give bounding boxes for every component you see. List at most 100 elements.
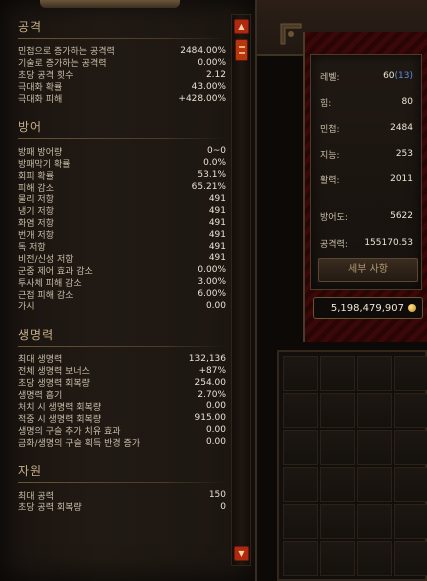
- arrow-down-icon[interactable]: ▼: [234, 546, 249, 561]
- dexterity-value: 2484: [390, 123, 413, 133]
- intelligence-label: 지능:: [320, 150, 340, 161]
- inventory-slot[interactable]: [320, 393, 355, 428]
- arrow-up-icon[interactable]: ▲: [234, 19, 249, 34]
- stat-value: 65.21%: [191, 182, 226, 193]
- inventory-slot[interactable]: [357, 356, 392, 391]
- inventory-slot[interactable]: [283, 467, 318, 502]
- intelligence-row: 지능: 253: [320, 147, 413, 161]
- stat-row: 근접 피해 감소 6.00%: [18, 288, 226, 301]
- damage-value: 155170.53: [364, 238, 413, 248]
- section-divider: [18, 138, 226, 140]
- armor-row: 방어도: 5622: [320, 209, 413, 223]
- section-title-life: 생명력: [18, 327, 55, 342]
- armor-value: 5622: [390, 211, 413, 221]
- inventory-slot[interactable]: [357, 393, 392, 428]
- stat-row: 방패 방어량 0~0: [18, 145, 226, 158]
- stat-row: 극대화 피해 +428.00%: [18, 93, 226, 106]
- damage-label: 공격력:: [320, 239, 348, 250]
- stat-value: 254.00: [194, 377, 227, 388]
- inventory-slot[interactable]: [283, 504, 318, 539]
- stat-row: 화염 저항 491: [18, 217, 226, 230]
- stat-value: 53.1%: [197, 170, 226, 181]
- stat-row: 금화/생명의 구슬 획득 반경 증가 0.00: [18, 436, 226, 449]
- stat-value: 0~0: [207, 146, 226, 157]
- stat-row: 적중 시 생명력 회복량 915.00: [18, 412, 227, 425]
- dexterity-row: 민첩: 2484: [320, 121, 413, 135]
- scroll-thumb[interactable]: [235, 39, 248, 61]
- inventory-slot[interactable]: [394, 356, 427, 391]
- gold-coin-icon: [408, 304, 416, 312]
- stat-value: 491: [208, 253, 226, 264]
- level-value: 60: [383, 71, 395, 81]
- stat-row: 초당 공력 회복량 0: [18, 501, 226, 514]
- stat-value: 915.00: [194, 413, 227, 424]
- stat-row: 초당 공격 횟수 2.12: [18, 69, 226, 82]
- stat-label: 가시: [18, 302, 35, 313]
- stat-value: +428.00%: [178, 93, 226, 104]
- details-button[interactable]: 세부 사항: [318, 258, 418, 282]
- stat-value: 0.00%: [197, 57, 226, 68]
- inventory-slot[interactable]: [357, 541, 392, 576]
- level-row: 레벨: 60(13): [320, 69, 413, 83]
- inventory-slot[interactable]: [283, 393, 318, 428]
- inventory-slot[interactable]: [394, 541, 427, 576]
- strength-label: 힘:: [320, 98, 332, 109]
- stat-row: 냉기 저항 491: [18, 205, 226, 218]
- strength-row: 힘: 80: [320, 95, 413, 109]
- stat-row: 초당 생명력 회복량 254.00: [18, 377, 227, 390]
- stat-value: 0.00: [205, 401, 226, 412]
- inventory-slot[interactable]: [394, 430, 427, 465]
- stat-row: 비전/신성 저항 491: [18, 252, 226, 265]
- section-title-defense: 방어: [18, 120, 43, 135]
- inventory-grid: [277, 350, 427, 581]
- stat-label: 초당 공력 회복량: [18, 503, 82, 514]
- stat-value: 491: [208, 217, 226, 228]
- stat-label: 금화/생명의 구슬 획득 반경 증가: [18, 438, 141, 449]
- stat-row: 가시 0.00: [18, 300, 226, 313]
- stats-panel: 공격 민첩으로 증가하는 공격력 2484.00% 기술로 증가하는 공격력 0.0…: [0, 0, 257, 581]
- stat-row: 극대화 확률 43.00%: [18, 81, 226, 94]
- inventory-slot[interactable]: [320, 430, 355, 465]
- stat-row: 최대 공력 150: [18, 489, 226, 502]
- stat-value: 132,136: [188, 353, 226, 364]
- inventory-slot[interactable]: [357, 430, 392, 465]
- stat-value: 0: [220, 501, 226, 512]
- stat-value: 491: [208, 241, 226, 252]
- stat-row: 회피 확률 53.1%: [18, 169, 226, 182]
- damage-row: 공격력: 155170.53: [320, 236, 413, 250]
- vitality-row: 활력: 2011: [320, 172, 413, 186]
- inventory-slot[interactable]: [394, 467, 427, 502]
- gold-amount: 5,198,479,907: [330, 302, 404, 314]
- inventory-slot[interactable]: [357, 467, 392, 502]
- stat-value: 150: [208, 489, 226, 500]
- stat-value: 2.70%: [197, 389, 226, 400]
- stat-row: 전체 생명력 보너스 +87%: [18, 365, 226, 378]
- stat-value: 2.12: [205, 69, 226, 80]
- stat-row: 민첩으로 증가하는 공격력 2484.00%: [18, 45, 226, 58]
- stat-value: 0.0%: [203, 158, 226, 169]
- inventory-slot[interactable]: [283, 541, 318, 576]
- inventory-slot[interactable]: [357, 504, 392, 539]
- stat-value: 0.00: [205, 437, 226, 448]
- inventory-slot[interactable]: [320, 356, 355, 391]
- stat-row: 독 저항 491: [18, 241, 226, 254]
- inventory-slot[interactable]: [320, 504, 355, 539]
- level-label: 레벨:: [320, 72, 340, 83]
- inventory-slot[interactable]: [394, 393, 427, 428]
- inventory-slot[interactable]: [320, 541, 355, 576]
- stats-scrollbar[interactable]: ▲ ▼: [231, 14, 251, 566]
- gold-display: 5,198,479,907: [313, 297, 423, 319]
- stat-value: 491: [208, 193, 226, 204]
- stat-value: 2484.00%: [180, 45, 226, 56]
- inventory-slot[interactable]: [320, 467, 355, 502]
- intelligence-value: 253: [395, 149, 413, 159]
- inventory-slot[interactable]: [283, 356, 318, 391]
- stat-row: 피해 감소 65.21%: [18, 181, 226, 194]
- strength-value: 80: [401, 97, 413, 107]
- stat-row: 최대 생명력 132,136: [18, 353, 226, 366]
- stat-value: +87%: [198, 365, 226, 376]
- inventory-slot[interactable]: [283, 430, 318, 465]
- inventory-slot[interactable]: [394, 504, 427, 539]
- section-title-offense: 공격: [18, 20, 43, 34]
- section-divider: [18, 345, 226, 347]
